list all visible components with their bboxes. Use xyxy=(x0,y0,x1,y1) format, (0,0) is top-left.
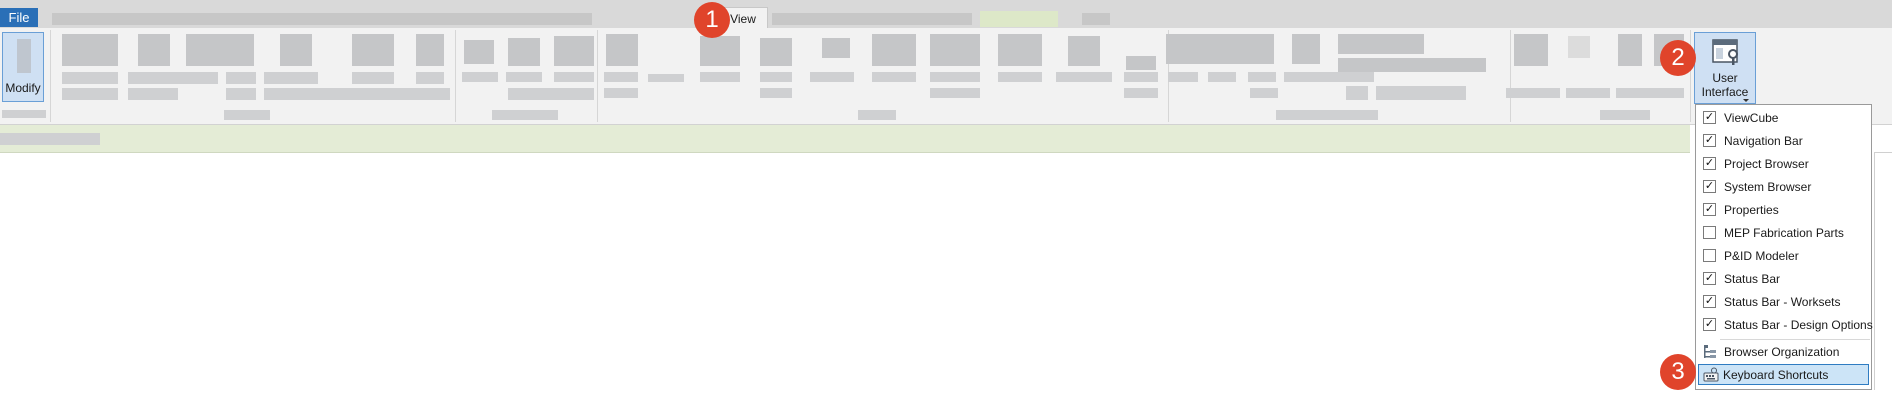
menu-item-browser-organization[interactable]: Browser Organization xyxy=(1697,341,1870,363)
user-interface-dropdown: ✓ ViewCube ✓ Navigation Bar ✓ Project Br… xyxy=(1695,104,1873,390)
menu-item-label: Status Bar xyxy=(1724,272,1781,286)
contextual-tab-highlight xyxy=(980,11,1058,27)
modify-button[interactable]: Modify xyxy=(2,32,44,102)
menu-divider xyxy=(1720,339,1870,340)
checkbox-checked[interactable]: ✓ xyxy=(1703,203,1716,216)
blurred-tab xyxy=(1082,13,1110,25)
menu-item-label: Keyboard Shortcuts xyxy=(1723,368,1829,382)
menu-item-label: Project Browser xyxy=(1724,157,1809,171)
chevron-down-icon xyxy=(1743,99,1749,102)
checkbox-unchecked[interactable] xyxy=(1703,226,1716,239)
checkbox-checked[interactable]: ✓ xyxy=(1703,134,1716,147)
menu-item-pid-modeler[interactable]: P&ID Modeler xyxy=(1697,245,1870,267)
checkbox-checked[interactable]: ✓ xyxy=(1703,111,1716,124)
blurred-tabs xyxy=(52,13,592,25)
user-interface-label: User Interface xyxy=(1695,71,1755,99)
checkbox-checked[interactable]: ✓ xyxy=(1703,157,1716,170)
keyboard-shortcuts-icon xyxy=(1703,367,1719,382)
blurred-button xyxy=(352,34,394,66)
menu-item-keyboard-shortcuts[interactable]: Keyboard Shortcuts xyxy=(1698,364,1869,385)
blurred-button xyxy=(62,34,118,66)
checkbox-checked[interactable]: ✓ xyxy=(1703,318,1716,331)
menu-item-label: Browser Organization xyxy=(1724,345,1840,359)
menu-item-properties[interactable]: ✓ Properties xyxy=(1697,199,1870,221)
menu-item-mep-fabrication-parts[interactable]: MEP Fabrication Parts xyxy=(1697,222,1870,244)
menu-item-navigation-bar[interactable]: ✓ Navigation Bar xyxy=(1697,130,1870,152)
blurred-button xyxy=(138,34,170,66)
blurred-button xyxy=(186,34,254,66)
modify-label: Modify xyxy=(5,81,41,95)
checkbox-unchecked[interactable] xyxy=(1703,249,1716,262)
ribbon-panel: Modify User Interface xyxy=(0,28,1892,125)
menu-item-label: Status Bar - Design Options xyxy=(1724,318,1873,332)
callout-1: 1 xyxy=(694,2,730,38)
menu-item-project-browser[interactable]: ✓ Project Browser xyxy=(1697,153,1870,175)
ribbon-tab-strip xyxy=(0,0,1892,28)
menu-item-status-bar[interactable]: ✓ Status Bar xyxy=(1697,268,1870,290)
menu-item-status-bar-worksets[interactable]: ✓ Status Bar - Worksets xyxy=(1697,291,1870,313)
menu-item-label: Navigation Bar xyxy=(1724,134,1803,148)
checkbox-checked[interactable]: ✓ xyxy=(1703,295,1716,308)
checkbox-checked[interactable]: ✓ xyxy=(1703,272,1716,285)
checkbox-checked[interactable]: ✓ xyxy=(1703,180,1716,193)
options-bar xyxy=(0,125,1690,153)
menu-item-label: Status Bar - Worksets xyxy=(1724,295,1841,309)
blurred-tabs xyxy=(772,13,972,25)
callout-3: 3 xyxy=(1660,354,1696,390)
menu-item-label: MEP Fabrication Parts xyxy=(1724,226,1844,240)
user-interface-icon xyxy=(1712,39,1738,65)
modify-icon xyxy=(17,39,31,73)
menu-item-label: System Browser xyxy=(1724,180,1812,194)
callout-2: 2 xyxy=(1660,40,1696,76)
blurred-button xyxy=(416,34,444,66)
file-tab[interactable]: File xyxy=(0,8,38,27)
user-interface-label-line2: Interface xyxy=(1701,85,1749,99)
menu-item-label: ViewCube xyxy=(1724,111,1779,125)
menu-item-system-browser[interactable]: ✓ System Browser xyxy=(1697,176,1870,198)
menu-item-label: P&ID Modeler xyxy=(1724,249,1799,263)
user-interface-label-line1: User xyxy=(1712,71,1738,85)
menu-item-status-bar-design-options[interactable]: ✓ Status Bar - Design Options xyxy=(1697,314,1873,336)
blurred-button xyxy=(280,34,312,66)
browser-organization-icon xyxy=(1704,345,1716,358)
menu-item-viewcube[interactable]: ✓ ViewCube xyxy=(1697,107,1870,129)
menu-item-label: Properties xyxy=(1724,203,1779,217)
user-interface-button[interactable]: User Interface xyxy=(1694,32,1756,104)
